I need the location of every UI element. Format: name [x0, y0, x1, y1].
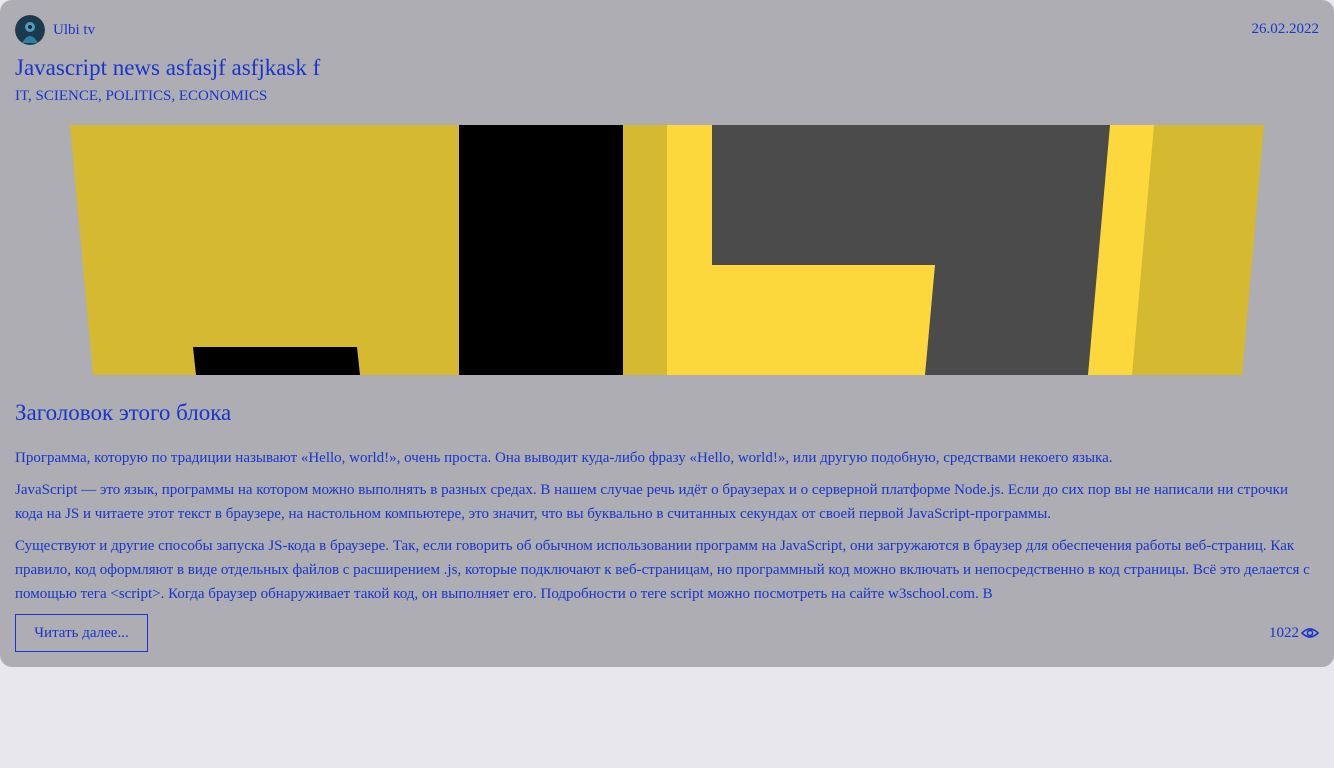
views-count: 1022: [1269, 624, 1299, 641]
post-body: Программа, которую по традиции называют …: [15, 446, 1319, 601]
post-paragraph: Программа, которую по традиции называют …: [15, 450, 1113, 466]
block-title: Заголовок этого блока: [15, 400, 232, 425]
post-tags: IT, SCIENCE, POLITICS, ECONOMICS: [15, 88, 268, 104]
post-title: Javascript news asfasjf asfjkask f: [15, 55, 321, 80]
avatar[interactable]: [15, 15, 45, 45]
eye-icon: [1301, 628, 1319, 638]
post-paragraph: Существуют и другие способы запуска JS-к…: [15, 538, 1310, 601]
author-name[interactable]: Ulbi tv: [53, 22, 95, 39]
read-more-button[interactable]: Читать далее...: [15, 614, 148, 652]
post-paragraph: JavaScript — это язык, программы на кото…: [15, 482, 1288, 522]
post-image: [0, 125, 1334, 375]
views-counter: 1022: [1269, 623, 1319, 643]
author[interactable]: Ulbi tv: [15, 15, 95, 45]
post-header: Ulbi tv 26.02.2022: [15, 15, 1319, 45]
post-card: Ulbi tv 26.02.2022 Javascript news asfas…: [0, 0, 1334, 667]
post-date: 26.02.2022: [1251, 21, 1320, 37]
